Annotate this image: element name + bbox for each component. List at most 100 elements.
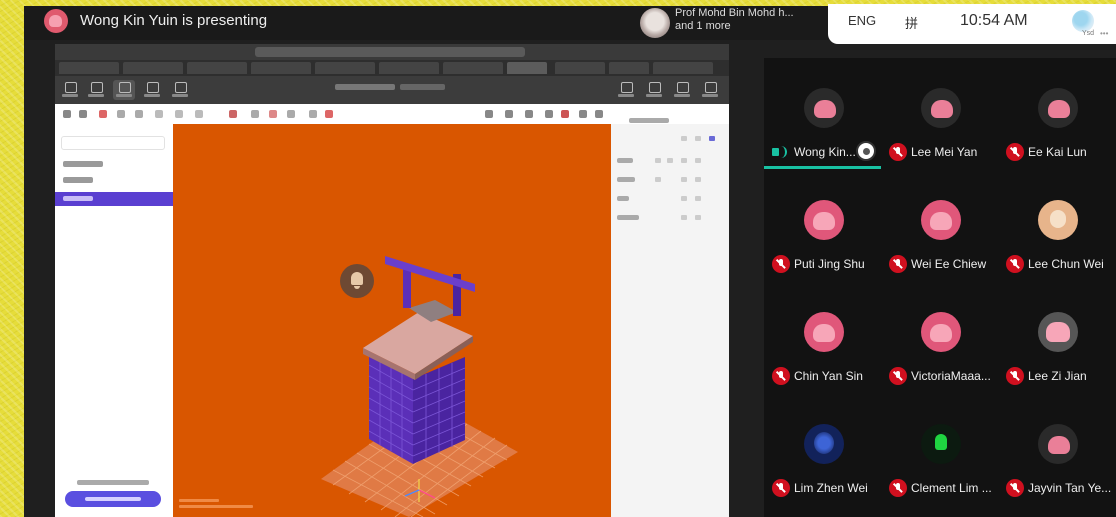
mic-off-icon (889, 255, 907, 273)
mic-off-icon (772, 479, 790, 497)
presenting-label: Wong Kin Yuin is presenting (80, 12, 268, 29)
toolbar-settings-icon (671, 80, 693, 100)
browser-tab (59, 62, 119, 74)
presenting-icon (856, 141, 876, 161)
participant-name: Lim Zhen Wei (794, 481, 868, 495)
property-control (667, 158, 673, 163)
outline-row (63, 177, 93, 183)
mic-off-icon (1006, 479, 1024, 497)
view-icon (485, 110, 493, 118)
outline-row-selected-label (63, 196, 93, 201)
workplane-icon (309, 110, 317, 118)
more-dots-icon[interactable]: ••• (1100, 29, 1108, 38)
panel-control-icon (681, 136, 687, 141)
move-icon (117, 110, 125, 118)
property-control (695, 215, 701, 220)
participant-avatar (804, 200, 844, 240)
property-control (695, 196, 701, 201)
search-box (61, 136, 165, 150)
outline-row (63, 161, 103, 167)
upgrade-button (65, 491, 161, 507)
participant-avatar (804, 312, 844, 352)
mic-on-icon (772, 145, 788, 159)
browser-tab (609, 62, 649, 74)
mic-off-icon (772, 255, 790, 273)
browser-tab (443, 62, 503, 74)
align-icon (175, 110, 183, 118)
participant-tile[interactable]: Lee Chun Wei (998, 170, 1115, 282)
participant-avatar (921, 312, 961, 352)
3d-scene (321, 256, 518, 517)
participant-name: Lee Mei Yan (911, 145, 978, 159)
properties-panel (611, 104, 729, 517)
viewport-info-placeholder (179, 499, 259, 509)
solid-icon (525, 110, 533, 118)
pinned-participant-avatar[interactable] (640, 8, 670, 38)
participant-avatar (921, 424, 961, 464)
property-control (655, 177, 661, 182)
toolbar-file-icon (59, 80, 81, 100)
ime-indicator[interactable]: 拼 (905, 13, 918, 32)
pinned-participant-name[interactable]: Prof Mohd Bin Mohd h... and 1 more (675, 7, 825, 33)
property-label (617, 196, 629, 201)
participant-tile[interactable]: Ee Kai Lun (998, 58, 1115, 170)
group-icon (195, 110, 203, 118)
weather-icon[interactable] (1072, 10, 1094, 32)
participant-tile[interactable]: Jayvin Tan Ye... (998, 394, 1115, 506)
property-control (681, 196, 687, 201)
lock-icon (340, 264, 374, 298)
toolbar-share-icon (615, 80, 637, 100)
language-indicator[interactable]: ENG (848, 13, 876, 28)
target-icon (595, 110, 603, 118)
property-control (681, 215, 687, 220)
pinned-participant-name-line1: Prof Mohd Bin Mohd h... (675, 7, 794, 19)
light-icon (579, 110, 587, 118)
participant-avatar (921, 200, 961, 240)
mic-off-icon (889, 367, 907, 385)
toolbar-help-icon (699, 80, 721, 100)
3d-viewport (173, 124, 611, 517)
participant-tile[interactable]: Chin Yan Sin (764, 282, 881, 394)
participant-name: Jayvin Tan Ye... (1028, 481, 1112, 495)
participant-name: Wei Ee Chiew (911, 257, 987, 271)
toolbar-edit-icon (85, 80, 107, 100)
pen-icon (545, 110, 553, 118)
weather-label: Ysd (1082, 30, 1095, 37)
project-title-placeholder (335, 84, 395, 90)
pinned-participant-more: and 1 more (675, 20, 731, 32)
browser-tab (555, 62, 605, 74)
scale-icon (155, 110, 163, 118)
participant-tile[interactable]: Puti Jing Shu (764, 170, 881, 282)
upgrade-text-placeholder (77, 480, 149, 485)
participant-tile[interactable]: Lee Mei Yan (881, 58, 998, 170)
property-control (695, 177, 701, 182)
property-control (681, 158, 687, 163)
shared-screen (55, 44, 729, 517)
browser-address-bar (255, 47, 525, 57)
participant-name: VictoriaMaaa... (911, 369, 991, 383)
browser-tab (187, 62, 247, 74)
participant-tile[interactable]: Lee Zi Jian (998, 282, 1115, 394)
paint-icon (229, 110, 237, 118)
property-label (617, 158, 633, 163)
system-clock[interactable]: 10:54 AM (960, 12, 1028, 30)
toolbar-home-icon (169, 80, 191, 100)
participant-name: Lee Zi Jian (1028, 369, 1087, 383)
participant-tile[interactable]: Clement Lim ... (881, 394, 998, 506)
toolbar-view-icon (141, 80, 163, 100)
participant-avatar (1038, 200, 1078, 240)
browser-tab (315, 62, 375, 74)
participant-name: Chin Yan Sin (794, 369, 863, 383)
participant-tile[interactable]: Wong Kin... (764, 58, 881, 170)
browser-tab (123, 62, 183, 74)
participant-avatar (1038, 424, 1078, 464)
participant-tile[interactable]: Lim Zhen Wei (764, 394, 881, 506)
participant-tile[interactable]: VictoriaMaaa... (881, 282, 998, 394)
participant-avatar (804, 424, 844, 464)
participant-tile[interactable]: Wei Ee Chiew (881, 170, 998, 282)
properties-title-placeholder (629, 118, 669, 123)
property-label (617, 215, 639, 220)
snap-icon (287, 110, 295, 118)
participant-avatar (1038, 88, 1078, 128)
project-subtitle-placeholder (400, 84, 445, 90)
